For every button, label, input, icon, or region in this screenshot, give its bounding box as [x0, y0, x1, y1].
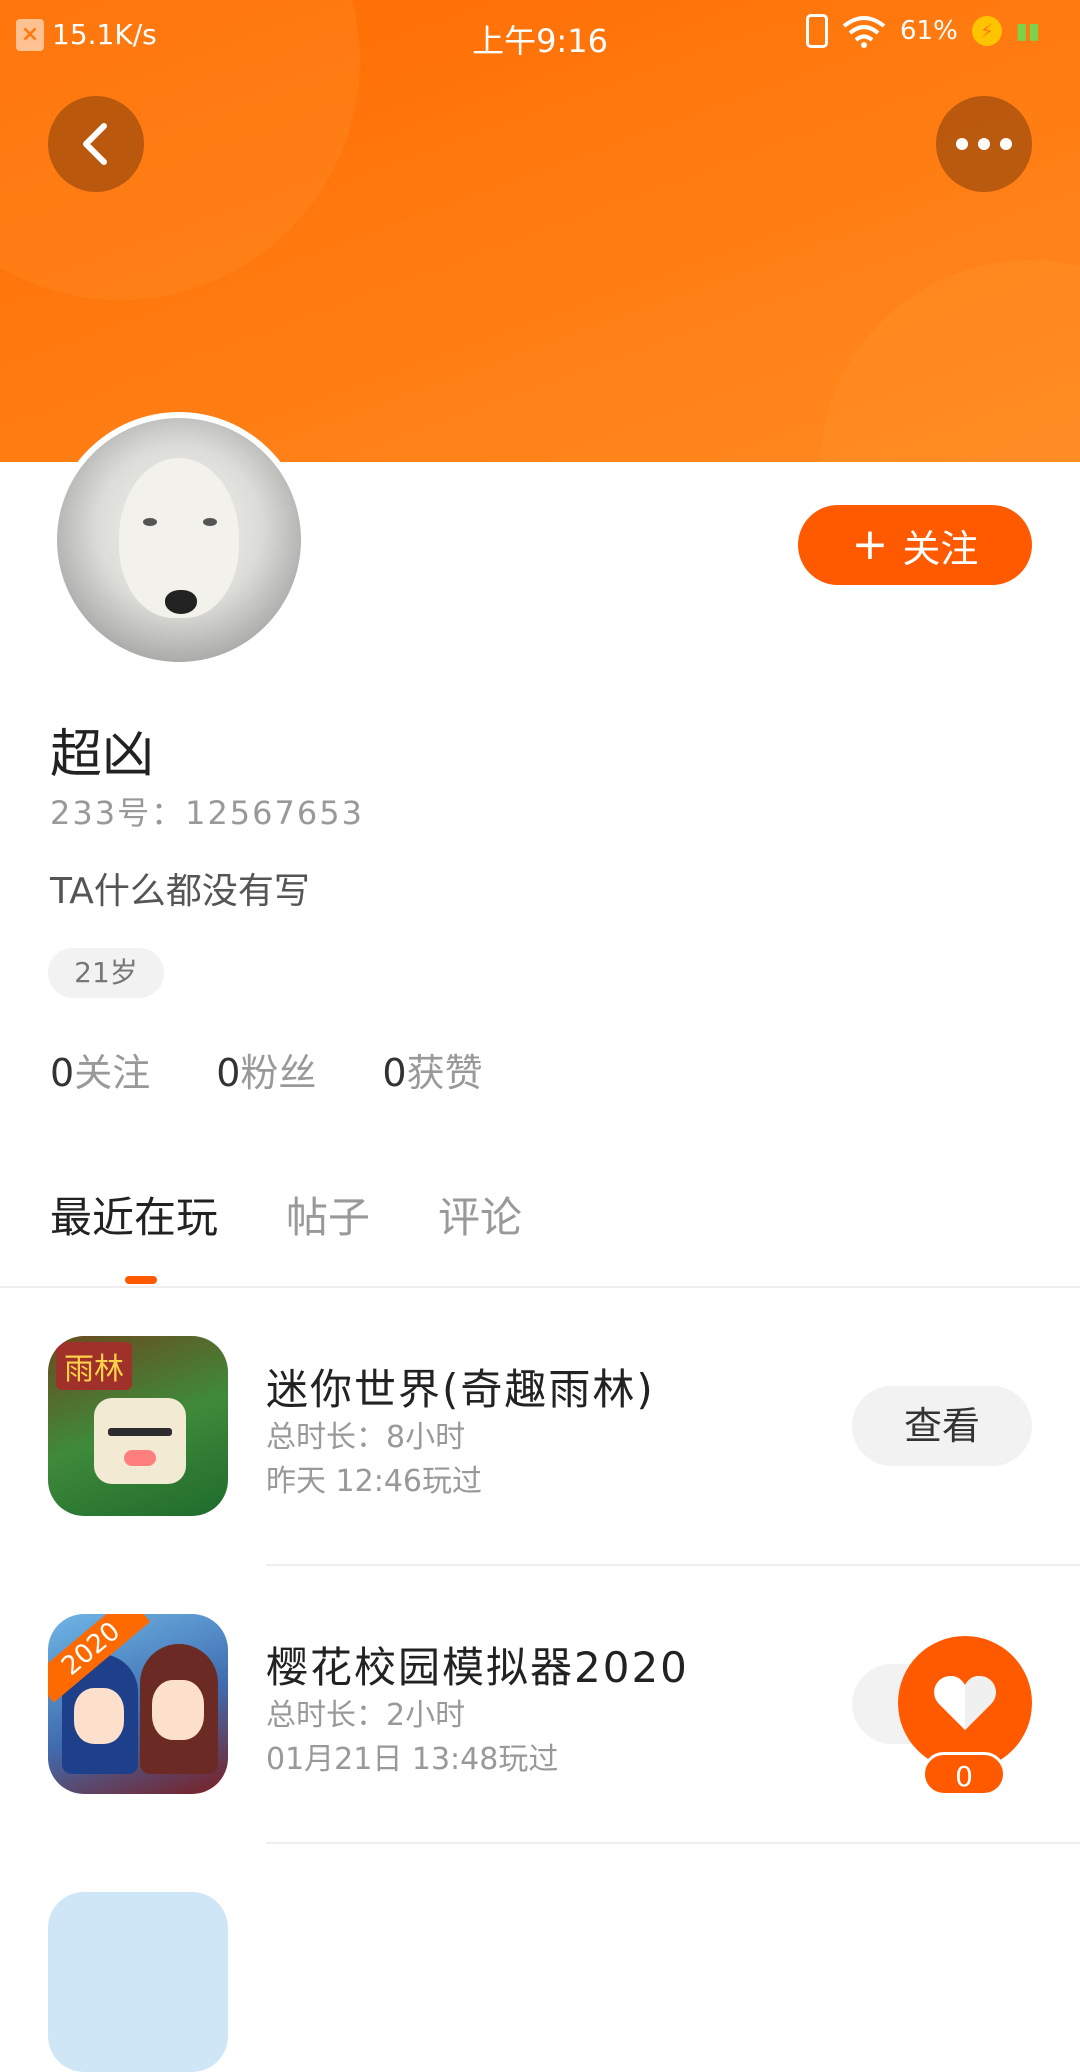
- age-badge: 21岁: [48, 948, 164, 998]
- tab-recently-played[interactable]: 最近在玩: [50, 1184, 218, 1245]
- game-icon[interactable]: [48, 1892, 228, 2072]
- game-title: 樱花校园模拟器2020: [266, 1643, 689, 1692]
- follow-button[interactable]: + 关注: [798, 505, 1032, 585]
- list-item[interactable]: 雨林 迷你世界(奇趣雨林) 总时长：8小时 昨天 12:46玩过 查看: [0, 1336, 1080, 1516]
- status-bar: × 15.1K/s 上午9:16 61% ⚡ ▮▮: [0, 0, 1080, 70]
- heart-icon: [934, 1676, 996, 1730]
- avatar[interactable]: [51, 412, 307, 668]
- signal-icon: ▮▮: [1015, 18, 1040, 44]
- more-dots-icon: [956, 138, 1012, 150]
- chevron-left-icon: [83, 123, 107, 165]
- game-icon-badge: 雨林: [56, 1342, 132, 1390]
- stat-following[interactable]: 0关注: [50, 1042, 150, 1097]
- divider: [266, 1842, 1080, 1844]
- charging-icon: ⚡: [971, 16, 1002, 46]
- game-icon[interactable]: 2020: [48, 1614, 228, 1794]
- status-right: 61% ⚡ ▮▮: [805, 14, 1040, 48]
- battery-percent: 61%: [899, 16, 958, 46]
- stat-fans[interactable]: 0粉丝: [216, 1042, 316, 1097]
- divider: [266, 1564, 1080, 1566]
- username: 超凶: [50, 725, 155, 785]
- stat-number: 0: [382, 1051, 407, 1095]
- divider: [0, 1286, 1080, 1288]
- header-decoration: [820, 260, 1080, 462]
- profile-stats: 0关注 0粉丝 0获赞: [50, 1042, 483, 1097]
- game-duration: 总时长：8小时: [266, 1420, 466, 1455]
- vibrate-icon: [805, 14, 828, 48]
- game-last-played: 01月21日 13:48玩过: [266, 1742, 559, 1777]
- stat-likes[interactable]: 0获赞: [382, 1042, 482, 1097]
- wolf-nose: [165, 590, 197, 614]
- wolf-avatar-image: [57, 418, 301, 662]
- stat-label: 关注: [74, 1051, 151, 1095]
- plus-icon: +: [851, 519, 889, 570]
- view-button[interactable]: 查看: [852, 1386, 1032, 1466]
- game-character: [94, 1398, 186, 1484]
- follow-label: 关注: [902, 526, 979, 571]
- wolf-eye: [143, 518, 157, 526]
- like-count-badge: 0: [922, 1752, 1006, 1796]
- bio-text: TA什么都没有写: [50, 871, 310, 912]
- user-id: 233号：12567653: [50, 794, 364, 832]
- wifi-icon: [842, 16, 886, 48]
- stat-label: 获赞: [406, 1051, 483, 1095]
- tab-posts[interactable]: 帖子: [286, 1184, 370, 1245]
- stat-number: 0: [216, 1051, 241, 1095]
- more-options-button[interactable]: [936, 96, 1032, 192]
- list-item[interactable]: [0, 1892, 1080, 2072]
- stat-number: 0: [50, 1051, 75, 1095]
- tab-active-indicator: [125, 1276, 157, 1284]
- tab-comments[interactable]: 评论: [438, 1184, 522, 1245]
- character-face: [152, 1680, 204, 1740]
- like-floating-button[interactable]: [898, 1636, 1032, 1770]
- character-face: [74, 1688, 124, 1744]
- game-icon[interactable]: 雨林: [48, 1336, 228, 1516]
- profile-tabs: 最近在玩 帖子 评论: [50, 1184, 522, 1245]
- wolf-eye: [203, 518, 217, 526]
- back-button[interactable]: [48, 96, 144, 192]
- game-last-played: 昨天 12:46玩过: [266, 1464, 482, 1499]
- stat-label: 粉丝: [240, 1051, 317, 1095]
- game-duration: 总时长：2小时: [266, 1698, 466, 1733]
- game-title: 迷你世界(奇趣雨林): [266, 1365, 655, 1414]
